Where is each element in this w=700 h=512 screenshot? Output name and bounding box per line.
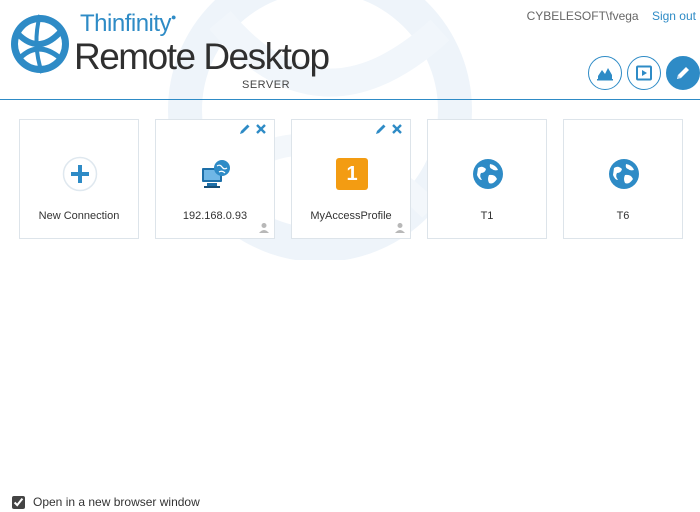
open-new-window-label: Open in a new browser window [33, 495, 200, 509]
user-icon [395, 223, 405, 233]
connection-tile-myaccessprofile[interactable]: 1 MyAccessProfile [291, 119, 411, 239]
pencil-icon[interactable] [238, 122, 252, 136]
playback-button[interactable] [627, 56, 661, 90]
thinfinity-logo: Thinfinity● Remote Desktop SERVER [8, 8, 330, 92]
globe-icon [606, 156, 642, 192]
top-header: Thinfinity● Remote Desktop SERVER CYBELE… [0, 0, 700, 100]
pencil-edit-icon [677, 67, 689, 79]
tile-label: 192.168.0.93 [182, 210, 248, 222]
connection-tile-t1[interactable]: T1 [427, 119, 547, 239]
open-new-window-option[interactable]: Open in a new browser window [12, 495, 200, 509]
sign-out-link[interactable]: Sign out [652, 9, 696, 23]
username-label: CYBELESOFT\fvega [526, 9, 639, 23]
registered-dot: ● [171, 12, 176, 22]
tile-label: New Connection [38, 210, 120, 222]
number-one-badge-icon: 1 [334, 156, 370, 192]
logo-company-name: Thinfinity● [80, 10, 176, 37]
close-icon[interactable] [390, 122, 404, 136]
profile-badge: 1 [336, 158, 368, 190]
logo-edition: SERVER [242, 79, 291, 91]
play-screen-icon [636, 65, 652, 81]
profile-badge-text: 1 [346, 162, 358, 185]
analytics-chart-icon [597, 68, 613, 81]
user-bar: CYBELESOFT\fvega Sign out [527, 9, 696, 23]
user-icon [259, 223, 269, 233]
connection-tiles: New Connection 192.168.0.93 1 MyAccessPr… [19, 119, 699, 241]
close-icon[interactable] [254, 122, 268, 136]
tile-label: T1 [480, 210, 494, 222]
edit-mode-button[interactable] [666, 56, 700, 90]
globe-icon [470, 156, 506, 192]
connection-tile-t6[interactable]: T6 [563, 119, 683, 239]
tile-label: T6 [616, 210, 630, 222]
tile-label: MyAccessProfile [310, 210, 392, 222]
open-new-window-checkbox[interactable] [12, 495, 25, 509]
logo-sphere-icon [11, 14, 69, 74]
computer-globe-icon [198, 156, 234, 192]
logo-product-name: Remote Desktop [74, 36, 330, 77]
connection-tile-192-168-0-93[interactable]: 192.168.0.93 [155, 119, 275, 239]
plus-circle-icon [62, 156, 98, 192]
new-connection-tile[interactable]: New Connection [19, 119, 139, 239]
pencil-icon[interactable] [374, 122, 388, 136]
analytics-button[interactable] [588, 56, 622, 90]
